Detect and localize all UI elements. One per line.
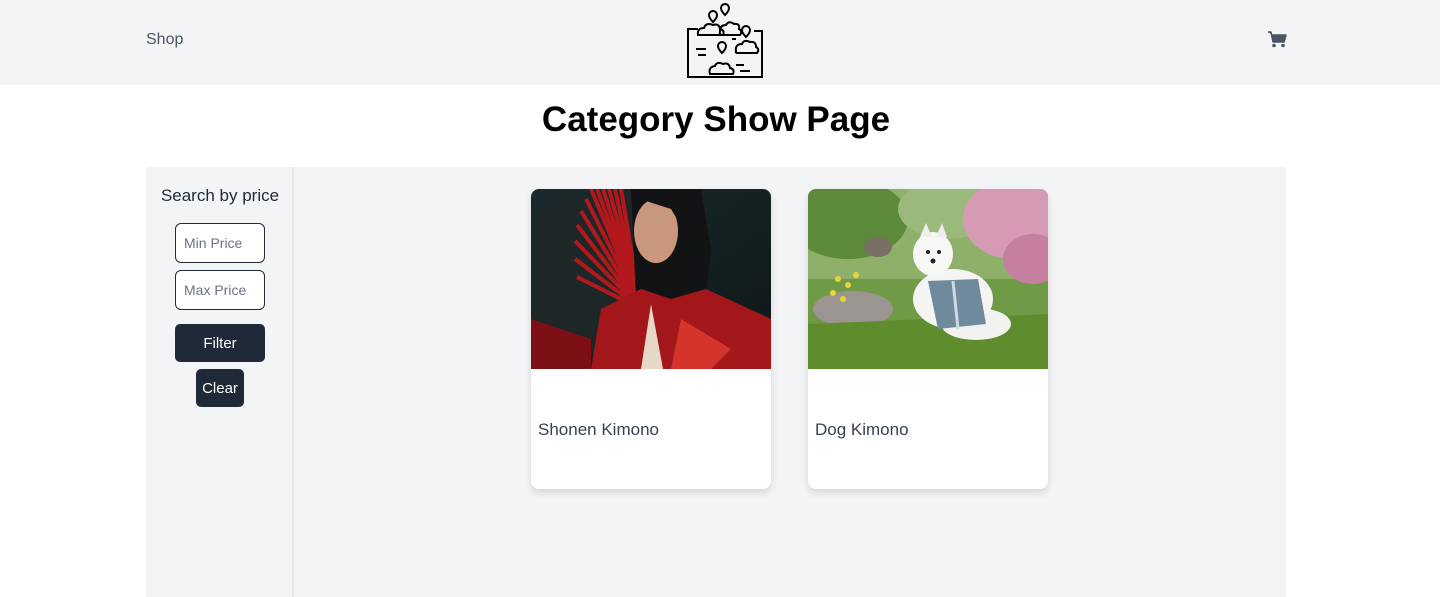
cart-icon[interactable] (1268, 31, 1287, 48)
map-clouds-logo-icon[interactable] (684, 1, 766, 79)
shop-link[interactable]: Shop (146, 31, 183, 49)
price-filter-sidebar: Search by price Filter Clear (146, 167, 294, 597)
main-content: Search by price Filter Clear (146, 167, 1286, 597)
sidebar-title: Search by price (160, 186, 280, 205)
woman-red-kimono-umbrella-photo (531, 189, 771, 369)
product-name: Dog Kimono (815, 420, 909, 439)
product-card[interactable]: Shonen Kimono (531, 189, 771, 489)
white-dog-kimono-garden-photo (808, 189, 1048, 369)
product-name: Shonen Kimono (538, 420, 659, 439)
product-card[interactable]: Dog Kimono (808, 189, 1048, 489)
min-price-input[interactable] (175, 223, 265, 263)
clear-button[interactable]: Clear (196, 369, 244, 407)
top-navbar: Shop (0, 0, 1440, 85)
filter-button[interactable]: Filter (175, 324, 265, 362)
page-title: Category Show Page (541, 100, 891, 139)
max-price-input[interactable] (175, 270, 265, 310)
